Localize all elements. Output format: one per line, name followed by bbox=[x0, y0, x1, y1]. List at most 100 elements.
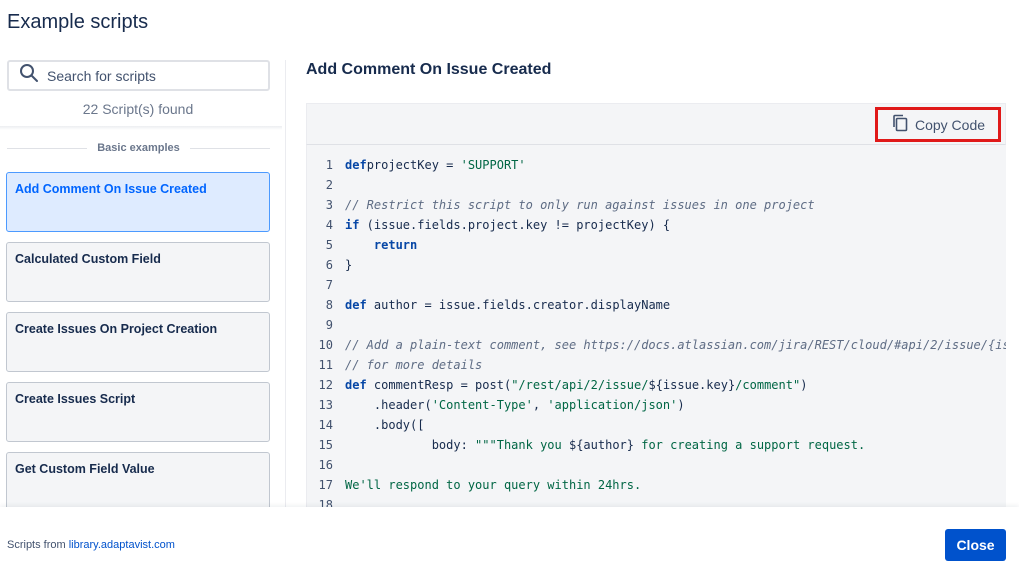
code-token: "/rest/api/2/issue/ bbox=[511, 378, 649, 392]
script-item-create-issues-on-project-creation[interactable]: Create Issues On Project Creation bbox=[6, 312, 270, 372]
dialog-footer: Scripts from library.adaptavist.com Clos… bbox=[0, 507, 1019, 572]
code-text: // for more details bbox=[333, 355, 482, 375]
code-text: .body([ bbox=[333, 415, 425, 435]
script-title: Add Comment On Issue Created bbox=[306, 61, 552, 78]
line-number: 15 bbox=[318, 438, 333, 452]
code-line: 13 .header('Content-Type', 'application/… bbox=[307, 395, 1006, 415]
code-text: body: """Thank you ${author} for creatin… bbox=[333, 435, 866, 455]
code-token: 'SUPPORT' bbox=[460, 158, 526, 172]
code-line: 5 return bbox=[307, 235, 1006, 255]
line-number: 16 bbox=[318, 458, 333, 472]
line-number: 5 bbox=[325, 238, 333, 252]
code-line: 7 bbox=[307, 275, 1006, 295]
code-text: .header('Content-Type', 'application/jso… bbox=[333, 395, 685, 415]
code-token: return bbox=[373, 238, 418, 252]
code-token: // for more details bbox=[345, 358, 483, 372]
script-item-create-issues-script[interactable]: Create Issues Script bbox=[6, 382, 270, 442]
code-token: """Thank you bbox=[475, 438, 569, 452]
results-count: 22 Script(s) found bbox=[82, 101, 194, 117]
search-box[interactable] bbox=[7, 60, 270, 91]
library-link[interactable]: library.adaptavist.com bbox=[69, 539, 175, 551]
code-token: , bbox=[532, 398, 548, 412]
list-separator bbox=[0, 126, 282, 130]
dialog-title: Example scripts bbox=[7, 11, 149, 33]
code-token: // Add a plain-text comment, see https:/… bbox=[345, 338, 1006, 352]
code-token: /comment" bbox=[735, 378, 801, 392]
code-line: 12 def commentResp = post("/rest/api/2/is… bbox=[307, 375, 1006, 395]
code-line: 3 // Restrict this script to only run aga… bbox=[307, 195, 1006, 215]
code-line: 4 if (issue.fields.project.key != project… bbox=[307, 215, 1006, 235]
line-number: 10 bbox=[318, 338, 333, 352]
code-line: 16 bbox=[307, 455, 1006, 475]
code-token: author = issue.fields.creator.displayNam… bbox=[366, 298, 671, 312]
script-item-calculated-custom-field[interactable]: Calculated Custom Field bbox=[6, 242, 270, 302]
code-line: 9 bbox=[307, 315, 1006, 335]
script-item-add-comment[interactable]: Add Comment On Issue Created bbox=[6, 172, 270, 232]
code-token: commentResp = post( bbox=[366, 378, 512, 392]
code-line: 2 bbox=[307, 175, 1006, 195]
line-number: 8 bbox=[325, 298, 333, 312]
code-token: def bbox=[345, 378, 367, 392]
section-label: Basic examples bbox=[97, 142, 180, 154]
code-token: ) bbox=[800, 378, 808, 392]
code-token: def bbox=[345, 158, 367, 172]
code-line: 1 defprojectKey = 'SUPPORT' bbox=[307, 155, 1006, 175]
line-number: 9 bbox=[325, 318, 333, 332]
code-text: } bbox=[333, 255, 352, 275]
code-line: 8 def author = issue.fields.creator.displ… bbox=[307, 295, 1006, 315]
line-number: 7 bbox=[325, 278, 333, 292]
script-detail-panel: Add Comment On Issue Created Copy Code 1… bbox=[306, 52, 1019, 507]
copy-code-label: Copy Code bbox=[914, 116, 986, 133]
code-line: 18 bbox=[307, 495, 1006, 507]
code-text: We'll respond to your query within 24hrs… bbox=[333, 475, 641, 495]
copy-code-button[interactable]: Copy Code bbox=[875, 107, 1001, 142]
code-token: for creating a support request. bbox=[634, 438, 866, 452]
line-number: 4 bbox=[325, 218, 333, 232]
section-header: Basic examples bbox=[7, 142, 270, 154]
code-token: body: bbox=[345, 438, 476, 452]
code-token: ${issue.key} bbox=[648, 378, 736, 392]
code-token: 'Content-Type' bbox=[431, 398, 533, 412]
code-text: // Restrict this script to only run agai… bbox=[333, 195, 815, 215]
pane-divider bbox=[285, 60, 286, 507]
code-text: defprojectKey = 'SUPPORT' bbox=[333, 155, 526, 175]
code-block[interactable]: 1 defprojectKey = 'SUPPORT' 2 3// Restrict … bbox=[306, 145, 1006, 507]
code-line: 10 // Add a plain-text comment, see https… bbox=[307, 335, 1006, 355]
footer-text: Scripts from library.adaptavist.com bbox=[7, 539, 175, 551]
line-number: 17 bbox=[318, 478, 333, 492]
code-token: if bbox=[345, 218, 360, 232]
code-text: // Add a plain-text comment, see https:/… bbox=[333, 335, 1006, 355]
code-line: 11 // for more details bbox=[307, 355, 1006, 375]
divider bbox=[7, 147, 88, 149]
copy-icon bbox=[891, 114, 915, 135]
code-token: We'll respond to your query within 24hrs… bbox=[345, 478, 642, 492]
code-token: (issue.fields.project.key != projectKey)… bbox=[359, 218, 671, 232]
code-token: .header( bbox=[345, 398, 432, 412]
line-number: 2 bbox=[325, 178, 333, 192]
code-line: 15 body: """Thank you ${author} for crea… bbox=[307, 435, 1006, 455]
divider bbox=[189, 147, 270, 149]
code-text: return bbox=[333, 235, 417, 255]
script-item-get-custom-field-value[interactable]: Get Custom Field Value bbox=[6, 452, 270, 507]
code-text: if (issue.fields.project.key != projectK… bbox=[333, 215, 670, 235]
line-number: 12 bbox=[318, 378, 333, 392]
line-number: 18 bbox=[318, 498, 333, 507]
close-button[interactable]: Close bbox=[945, 529, 1006, 561]
code-line: 17 We'll respond to your query within 24h… bbox=[307, 475, 1006, 495]
code-token: 'application/json' bbox=[547, 398, 678, 412]
code-text: def commentResp = post("/rest/api/2/issu… bbox=[333, 375, 807, 395]
line-number: 3 bbox=[325, 198, 333, 212]
code-toolbar: Copy Code bbox=[306, 103, 1006, 145]
script-list-panel: 22 Script(s) found Basic examples Add Co… bbox=[0, 52, 282, 507]
code-line: 14 .body([ bbox=[307, 415, 1006, 435]
line-number: 14 bbox=[318, 418, 333, 432]
code-token: } bbox=[345, 258, 353, 272]
search-input[interactable] bbox=[47, 67, 247, 84]
code-text: def author = issue.fields.creator.displa… bbox=[333, 295, 670, 315]
code-line: 6} bbox=[307, 255, 1006, 275]
